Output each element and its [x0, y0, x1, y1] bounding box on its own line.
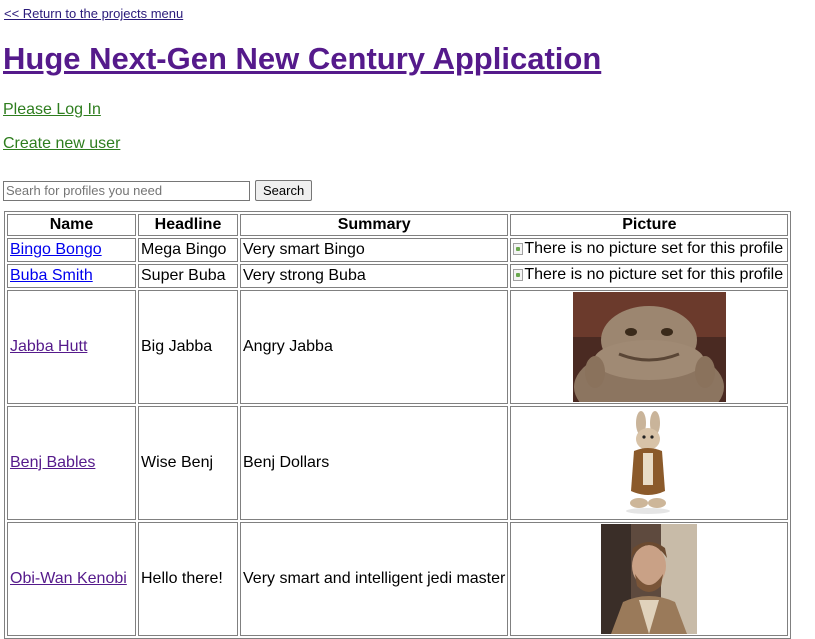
cell-name: Benj Bables — [7, 406, 136, 520]
cell-headline: Big Jabba — [138, 290, 238, 404]
column-header-picture: Picture — [510, 214, 789, 236]
search-button[interactable]: Search — [255, 180, 313, 201]
profile-picture-benj — [626, 411, 671, 514]
cell-headline: Wise Benj — [138, 406, 238, 520]
picture-alt-text: There is no picture set for this profile — [524, 266, 784, 283]
table-header-row: Name Headline Summary Picture — [7, 214, 789, 236]
table-row: Jabba Hutt Big Jabba Angry Jabba — [7, 290, 789, 404]
broken-image: There is no picture set for this profile — [513, 266, 783, 284]
profiles-table: Name Headline Summary Picture Bingo Bong… — [4, 211, 792, 639]
profile-link[interactable]: Buba Smith — [10, 267, 93, 284]
cell-name: Obi-Wan Kenobi — [7, 522, 136, 636]
cell-summary: Angry Jabba — [240, 290, 509, 404]
search-input[interactable] — [3, 180, 250, 201]
column-header-name: Name — [7, 214, 136, 236]
cell-name: Buba Smith — [7, 264, 136, 288]
broken-image-icon — [513, 269, 524, 281]
cell-name: Jabba Hutt — [7, 290, 136, 404]
page-title-link[interactable]: Huge Next-Gen New Century Application — [3, 41, 601, 76]
profile-link[interactable]: Benj Bables — [10, 454, 95, 471]
login-link[interactable]: Please Log In — [3, 101, 101, 119]
profile-link[interactable]: Jabba Hutt — [10, 338, 87, 355]
cell-headline: Super Buba — [138, 264, 238, 288]
cell-picture — [510, 290, 789, 404]
cell-summary: Very smart Bingo — [240, 238, 509, 262]
profile-link[interactable]: Obi-Wan Kenobi — [10, 570, 127, 587]
broken-image-icon — [513, 243, 524, 255]
table-row: Obi-Wan Kenobi Hello there! Very smart a… — [7, 522, 789, 636]
column-header-summary: Summary — [240, 214, 509, 236]
search-form: Search — [3, 180, 313, 201]
cell-picture — [510, 522, 789, 636]
cell-picture: There is no picture set for this profile — [510, 238, 789, 262]
create-user-link[interactable]: Create new user — [3, 135, 120, 153]
table-row: Benj Bables Wise Benj Benj Dollars — [7, 406, 789, 520]
page-title: Huge Next-Gen New Century Application — [3, 41, 601, 77]
cell-picture: There is no picture set for this profile — [510, 264, 789, 288]
table-row: Bingo Bongo Mega Bingo Very smart Bingo … — [7, 238, 789, 262]
cell-headline: Mega Bingo — [138, 238, 238, 262]
profile-picture-jabba — [572, 292, 726, 402]
table-row: Buba Smith Super Buba Very strong Buba T… — [7, 264, 789, 288]
cell-picture — [510, 406, 789, 520]
cell-summary: Benj Dollars — [240, 406, 509, 520]
broken-image: There is no picture set for this profile — [513, 240, 783, 258]
column-header-headline: Headline — [138, 214, 238, 236]
cell-name: Bingo Bongo — [7, 238, 136, 262]
profile-link[interactable]: Bingo Bongo — [10, 241, 102, 258]
cell-headline: Hello there! — [138, 522, 238, 636]
cell-summary: Very strong Buba — [240, 264, 509, 288]
back-to-projects-link[interactable]: << Return to the projects menu — [4, 6, 183, 21]
picture-alt-text: There is no picture set for this profile — [524, 240, 784, 257]
profile-picture-obi-wan — [601, 524, 698, 634]
cell-summary: Very smart and intelligent jedi master — [240, 522, 509, 636]
